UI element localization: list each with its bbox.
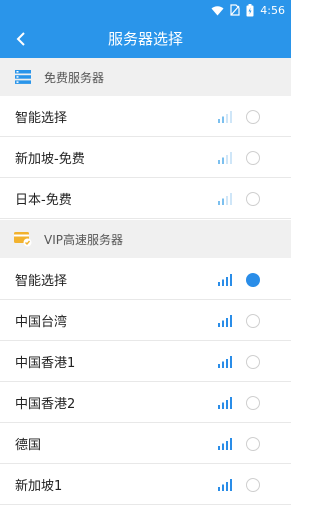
status-bar: 4:56 <box>0 0 291 20</box>
signal-icon <box>218 355 234 368</box>
radio-button[interactable] <box>246 436 260 451</box>
server-name: 新加坡1 <box>15 479 63 494</box>
signal-icon <box>218 478 234 491</box>
radio-button-selected[interactable] <box>246 272 260 287</box>
signal-icon <box>218 437 234 450</box>
radio-button[interactable] <box>246 191 260 206</box>
server-item[interactable]: 德国 <box>0 424 291 464</box>
server-item[interactable]: 日本-免费 <box>0 179 291 219</box>
radio-button[interactable] <box>246 109 260 124</box>
toolbar: 服务器选择 <box>0 20 291 58</box>
server-item[interactable]: 新加坡-免费 <box>0 138 291 178</box>
server-item[interactable]: 新加坡1 <box>0 465 291 505</box>
server-item[interactable]: 中国香港2 <box>0 383 291 423</box>
no-sim-icon <box>230 4 240 16</box>
signal-icon <box>218 151 234 164</box>
server-item[interactable]: 智能选择 <box>0 260 291 300</box>
section-header-vip: VIP高速服务器 <box>0 220 291 258</box>
radio-button[interactable] <box>246 477 260 492</box>
radio-button[interactable] <box>246 313 260 328</box>
server-name: 中国香港1 <box>15 356 76 371</box>
signal-icon <box>218 110 234 123</box>
signal-icon <box>218 396 234 409</box>
section-title: VIP高速服务器 <box>44 232 123 247</box>
server-name: 中国香港2 <box>15 397 76 412</box>
radio-button[interactable] <box>246 395 260 410</box>
status-time: 4:56 <box>260 3 285 17</box>
server-name: 德国 <box>15 438 42 453</box>
vip-card-icon <box>14 231 32 247</box>
server-name: 日本-免费 <box>15 193 72 208</box>
battery-icon <box>246 3 254 17</box>
server-name: 智能选择 <box>15 111 68 126</box>
server-list-icon <box>14 69 32 85</box>
server-name: 智能选择 <box>15 274 68 289</box>
wifi-icon <box>211 5 224 16</box>
server-name: 新加坡-免费 <box>15 152 85 167</box>
signal-icon <box>218 273 234 286</box>
section-header-free: 免费服务器 <box>0 58 291 96</box>
server-name: 中国台湾 <box>15 315 68 330</box>
signal-icon <box>218 192 234 205</box>
page-title: 服务器选择 <box>107 30 183 48</box>
server-item[interactable]: 中国台湾 <box>0 301 291 341</box>
signal-icon <box>218 314 234 327</box>
radio-button[interactable] <box>246 354 260 369</box>
server-item[interactable]: 中国香港1 <box>0 342 291 382</box>
server-item[interactable]: 智能选择 <box>0 97 291 137</box>
radio-button[interactable] <box>246 150 260 165</box>
section-title: 免费服务器 <box>44 70 105 85</box>
